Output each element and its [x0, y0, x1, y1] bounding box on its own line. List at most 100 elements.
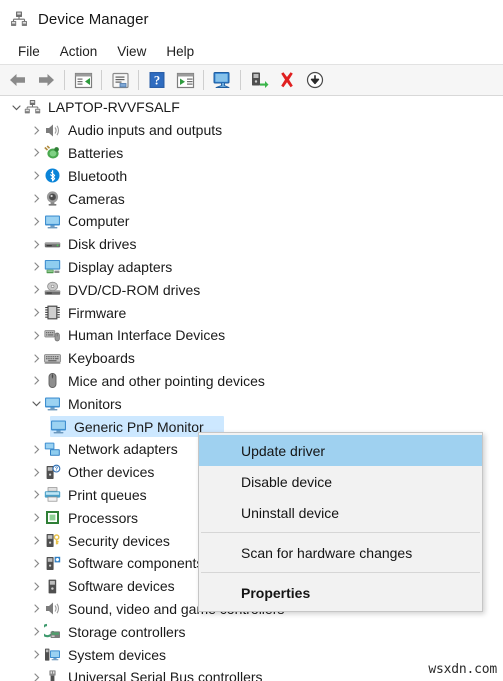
processor-icon — [44, 509, 61, 526]
chevron-right-icon[interactable] — [28, 194, 44, 203]
unknown-device-icon: ? — [44, 464, 61, 481]
watermark: wsxdn.com — [428, 662, 497, 677]
firmware-chip-icon — [44, 304, 61, 321]
tree-row-label: Audio inputs and outputs — [68, 122, 223, 139]
menu-help[interactable]: Help — [156, 42, 204, 61]
chevron-right-icon[interactable] — [28, 673, 44, 681]
tree-row-label: Keyboards — [68, 350, 135, 367]
usb-icon — [44, 669, 61, 681]
context-menu[interactable]: Update driver Disable device Uninstall d… — [198, 432, 483, 612]
tree-row-mice-and-other-pointing-devices[interactable]: Mice and other pointing devices — [0, 370, 503, 393]
chevron-right-icon[interactable] — [28, 285, 44, 294]
security-device-icon — [44, 532, 61, 549]
tree-row-cameras[interactable]: Cameras — [0, 187, 503, 210]
uninstall-device-icon[interactable] — [273, 67, 301, 93]
tree-row-label: Network adapters — [68, 441, 178, 458]
speaker-icon — [44, 600, 61, 617]
tree-row-monitors[interactable]: Monitors — [0, 392, 503, 415]
chevron-right-icon[interactable] — [28, 308, 44, 317]
keyboard-icon — [44, 350, 61, 367]
context-menu-separator-2 — [201, 572, 480, 573]
window-title-bar: Device Manager — [0, 0, 503, 38]
chevron-right-icon[interactable] — [28, 604, 44, 614]
camera-icon — [44, 190, 61, 207]
chevron-right-icon[interactable] — [28, 468, 44, 477]
update-driver-icon[interactable] — [245, 67, 273, 93]
chevron-down-icon[interactable] — [28, 399, 44, 408]
toolbar-separator-4 — [203, 70, 204, 90]
tree-row-keyboards[interactable]: Keyboards — [0, 347, 503, 370]
chevron-right-icon[interactable] — [28, 354, 44, 363]
bluetooth-icon — [44, 167, 61, 184]
context-menu-item-update-driver[interactable]: Update driver — [199, 435, 482, 466]
chevron-right-icon[interactable] — [28, 490, 44, 500]
chevron-down-icon[interactable] — [8, 103, 24, 112]
chevron-right-icon[interactable] — [28, 582, 44, 591]
toolbar-separator-2 — [101, 70, 102, 90]
tree-row-firmware[interactable]: Firmware — [0, 301, 503, 324]
scan-for-hardware-changes-icon[interactable] — [208, 67, 236, 93]
tree-row-label: Processors — [68, 509, 139, 526]
tree-row-label: Display adapters — [68, 258, 173, 275]
tree-row-label: Mice and other pointing devices — [68, 372, 265, 389]
storage-controller-icon — [44, 623, 61, 640]
tree-row-label: LAPTOP-RVVFSALF — [48, 99, 180, 116]
menu-view[interactable]: View — [107, 42, 156, 61]
properties-icon[interactable] — [106, 67, 134, 93]
chevron-right-icon[interactable] — [28, 650, 44, 659]
tree-row-display-adapters[interactable]: Display adapters — [0, 256, 503, 279]
printer-icon — [44, 486, 61, 503]
context-menu-item-scan-for-hardware-changes[interactable]: Scan for hardware changes — [199, 537, 482, 568]
svg-text:?: ? — [55, 466, 58, 472]
disable-device-icon[interactable] — [301, 67, 329, 93]
chevron-right-icon[interactable] — [28, 376, 44, 386]
tree-row-storage-controllers[interactable]: Storage controllers — [0, 620, 503, 643]
chevron-right-icon[interactable] — [28, 331, 44, 340]
tree-row-batteries[interactable]: Batteries — [0, 142, 503, 165]
chevron-right-icon[interactable] — [28, 445, 44, 454]
tree-row-label: Disk drives — [68, 236, 137, 253]
chevron-right-icon[interactable] — [28, 217, 44, 226]
toolbar-separator-5 — [240, 70, 241, 90]
menu-action[interactable]: Action — [50, 42, 108, 61]
chevron-right-icon[interactable] — [28, 126, 44, 135]
tree-row-computer[interactable]: Computer — [0, 210, 503, 233]
tree-row-audio-inputs-and-outputs[interactable]: Audio inputs and outputs — [0, 119, 503, 142]
help-icon[interactable]: ? — [143, 67, 171, 93]
tree-row-label: Human Interface Devices — [68, 327, 226, 344]
chevron-right-icon[interactable] — [28, 536, 44, 545]
tree-row-label: Universal Serial Bus controllers — [68, 669, 263, 681]
chevron-right-icon[interactable] — [28, 513, 44, 522]
tree-row-label: Software components — [68, 555, 204, 572]
tree-row-root[interactable]: LAPTOP-RVVFSALF — [0, 96, 503, 119]
window-title: Device Manager — [38, 10, 149, 28]
back-arrow-icon[interactable] — [4, 67, 32, 93]
context-menu-item-disable-device[interactable]: Disable device — [199, 466, 482, 497]
tree-row-bluetooth[interactable]: Bluetooth — [0, 164, 503, 187]
tree-row-human-interface-devices[interactable]: Human Interface Devices — [0, 324, 503, 347]
show-hide-console-tree-icon[interactable] — [69, 67, 97, 93]
chevron-right-icon[interactable] — [28, 240, 44, 249]
tree-row-label: Batteries — [68, 144, 124, 161]
toolbar: ? — [0, 64, 503, 96]
forward-arrow-icon[interactable] — [32, 67, 60, 93]
tree-row-label: Generic PnP Monitor — [74, 418, 204, 435]
mouse-icon — [44, 372, 61, 389]
computer-node-icon — [24, 99, 41, 116]
chevron-right-icon[interactable] — [28, 627, 44, 636]
tree-row-disk-drives[interactable]: Disk drives — [0, 233, 503, 256]
chevron-right-icon[interactable] — [28, 559, 44, 568]
show-hidden-devices-icon[interactable] — [171, 67, 199, 93]
tree-row-label: Other devices — [68, 464, 155, 481]
chevron-right-icon[interactable] — [28, 148, 44, 158]
tree-row-dvd-cd-rom-drives[interactable]: DVD/CD-ROM drives — [0, 278, 503, 301]
tree-row-label: System devices — [68, 646, 167, 663]
monitor-icon — [50, 418, 67, 435]
chevron-right-icon[interactable] — [28, 171, 44, 180]
context-menu-item-properties[interactable]: Properties — [199, 577, 482, 608]
chevron-right-icon[interactable] — [28, 262, 44, 272]
menu-file[interactable]: File — [8, 42, 50, 61]
tree-row-label: Monitors — [68, 395, 122, 412]
tree-row-label: Storage controllers — [68, 623, 186, 640]
context-menu-item-uninstall-device[interactable]: Uninstall device — [199, 497, 482, 528]
